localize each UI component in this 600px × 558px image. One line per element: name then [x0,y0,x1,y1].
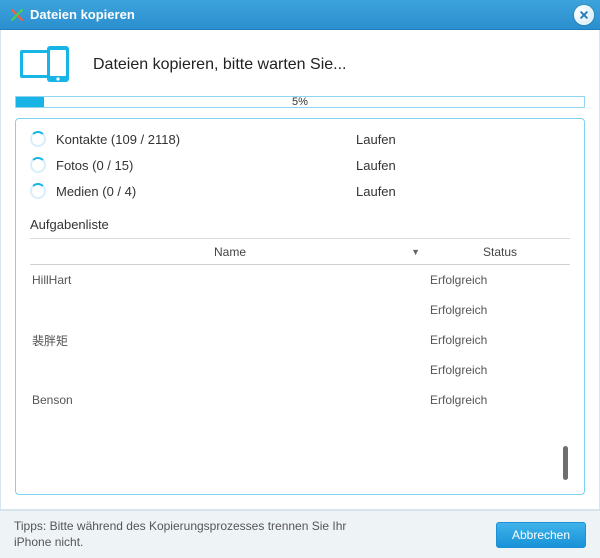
cancel-button[interactable]: Abbrechen [496,522,586,548]
titlebar-left: Dateien kopieren [10,7,135,22]
category-row: Fotos (0 / 15) Laufen [30,157,570,173]
cell-status: Erfolgreich [430,273,570,287]
category-row: Medien (0 / 4) Laufen [30,183,570,199]
sort-caret-icon: ▼ [411,247,420,257]
category-label: Fotos (0 / 15) [56,158,356,173]
spinner-icon [30,131,46,147]
progress-bar: 5% [15,96,585,108]
cell-status: Erfolgreich [430,333,570,347]
close-button[interactable] [574,5,594,25]
task-section: Aufgabenliste Name ▼ Status HillHart Erf… [30,217,570,484]
scrollbar-thumb[interactable] [563,446,568,480]
cell-status: Erfolgreich [430,363,570,377]
category-label: Medien (0 / 4) [56,184,356,199]
progress-bar-fill [16,97,44,107]
progress-row: 5% [15,96,585,108]
column-header-status[interactable]: Status [430,245,570,259]
category-status: Laufen [356,132,396,147]
cell-name: Benson [30,393,430,407]
category-row: Kontakte (109 / 2118) Laufen [30,131,570,147]
window-title: Dateien kopieren [30,7,135,22]
client-area: Dateien kopieren, bitte warten Sie... 5%… [0,30,600,510]
devices-icon [19,44,75,86]
dialog-window: Dateien kopieren Dateien kopieren, bitte… [0,0,600,558]
task-list-header: Name ▼ Status [30,239,570,265]
titlebar: Dateien kopieren [0,0,600,30]
cell-name: HillHart [30,273,430,287]
table-row: Erfolgreich [30,295,570,325]
table-row: 裴胖矩 Erfolgreich [30,325,570,355]
category-list: Kontakte (109 / 2118) Laufen Fotos (0 / … [30,131,570,199]
spinner-icon [30,157,46,173]
column-header-name-label: Name [214,245,246,259]
category-label: Kontakte (109 / 2118) [56,132,356,147]
table-row: HillHart Erfolgreich [30,265,570,295]
heading-text: Dateien kopieren, bitte warten Sie... [93,56,346,74]
header-row: Dateien kopieren, bitte warten Sie... [15,42,585,94]
app-icon [10,8,24,22]
category-status: Laufen [356,184,396,199]
footer-tip: Tipps: Bitte während des Kopierungsproze… [14,519,374,550]
task-list-body: HillHart Erfolgreich Erfolgreich 裴胖矩 Erf… [30,265,570,484]
spinner-icon [30,183,46,199]
column-header-name[interactable]: Name ▼ [30,245,430,259]
progress-label: 5% [292,96,308,108]
table-row: Erfolgreich [30,355,570,385]
cell-status: Erfolgreich [430,303,570,317]
footer: Tipps: Bitte während des Kopierungsproze… [0,510,600,558]
content-panel: Kontakte (109 / 2118) Laufen Fotos (0 / … [15,118,585,495]
task-list-title: Aufgabenliste [30,217,570,239]
category-status: Laufen [356,158,396,173]
cell-name: 裴胖矩 [30,332,430,349]
cell-status: Erfolgreich [430,393,570,407]
table-row: Benson Erfolgreich [30,385,570,415]
